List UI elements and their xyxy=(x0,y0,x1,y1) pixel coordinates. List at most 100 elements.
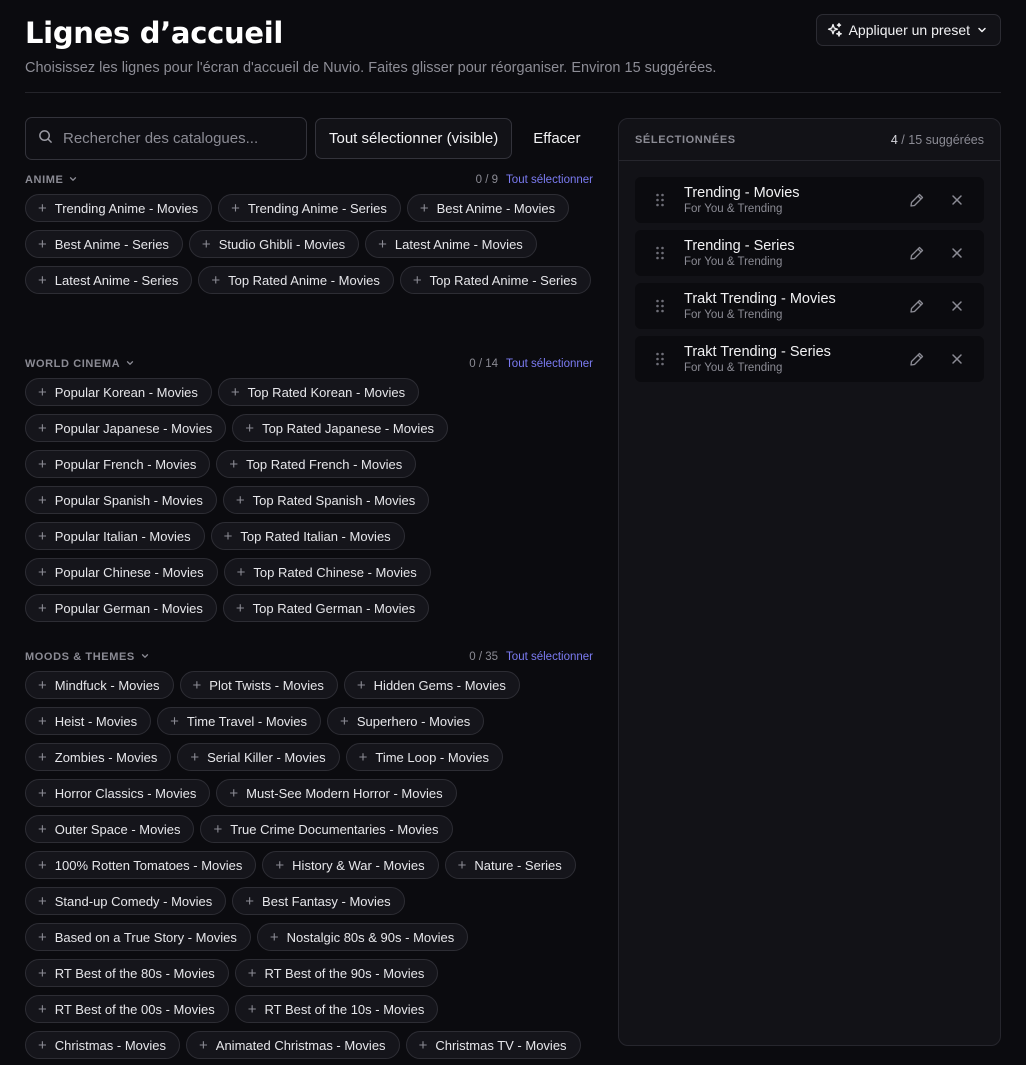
catalog-chip[interactable]: + RT Best of the 00s - Movies xyxy=(25,995,229,1023)
group-select-all-link[interactable]: Tout sélectionner xyxy=(506,174,593,186)
group-meta: 0 / 35 Tout sélectionner xyxy=(469,651,593,663)
catalog-chip[interactable]: + Popular Korean - Movies xyxy=(25,378,212,406)
selected-suggested: / 15 suggérées xyxy=(901,132,984,147)
catalog-chip[interactable]: + Top Rated Spanish - Movies xyxy=(222,486,430,514)
plus-icon: + xyxy=(190,748,200,766)
catalog-chip[interactable]: + Horror Classics - Movies xyxy=(25,779,211,807)
drag-handle-icon[interactable] xyxy=(635,352,684,366)
selected-row-source: For You & Trending xyxy=(684,203,783,215)
search-box[interactable] xyxy=(25,117,307,160)
catalog-chip[interactable]: + Popular Chinese - Movies xyxy=(25,558,218,586)
catalog-chip[interactable]: + Top Rated German - Movies xyxy=(222,594,430,622)
chip-label: Popular Japanese - Movies xyxy=(54,420,213,436)
catalog-chip[interactable]: + Christmas - Movies xyxy=(25,1031,181,1059)
page-subtitle: Choisissez les lignes pour l'écran d'acc… xyxy=(25,60,717,76)
catalog-chip[interactable]: + Best Anime - Movies xyxy=(406,194,570,222)
selected-row[interactable]: Trakt Trending - Movies For You & Trendin… xyxy=(635,283,984,329)
selected-row[interactable]: Trending - Series For You & Trending xyxy=(635,230,984,276)
pencil-icon[interactable] xyxy=(897,184,937,216)
catalog-chip[interactable]: + True Crime Documentaries - Movies xyxy=(200,815,453,843)
catalog-chip[interactable]: + Plot Twists - Movies xyxy=(179,671,338,699)
catalog-chip[interactable]: + Hidden Gems - Movies xyxy=(343,671,520,699)
catalog-chip[interactable]: + Top Rated Korean - Movies xyxy=(217,378,420,406)
selected-panel: SÉLECTIONNÉES 4 / 15 suggérées Trending … xyxy=(618,118,1001,1046)
group-toggle[interactable]: ANIME xyxy=(25,174,78,187)
catalog-chip[interactable]: + Top Rated Italian - Movies xyxy=(210,522,405,550)
drag-handle-icon[interactable] xyxy=(635,246,684,260)
catalog-chip[interactable]: + Trending Anime - Movies xyxy=(25,194,213,222)
catalog-chip[interactable]: + Time Travel - Movies xyxy=(157,707,322,735)
catalog-chip[interactable]: + RT Best of the 90s - Movies xyxy=(234,959,439,987)
catalog-chip[interactable]: + Superhero - Movies xyxy=(327,707,485,735)
plus-icon: + xyxy=(201,235,211,253)
group-title: ANIME xyxy=(25,174,64,186)
selected-row[interactable]: Trending - Movies For You & Trending xyxy=(635,177,984,223)
close-icon[interactable] xyxy=(937,290,977,322)
catalog-chip[interactable]: + Stand-up Comedy - Movies xyxy=(25,887,227,915)
catalog-chip[interactable]: + Nostalgic 80s & 90s - Movies xyxy=(256,923,469,951)
drag-handle-icon[interactable] xyxy=(635,299,684,313)
catalog-chip[interactable]: + RT Best of the 80s - Movies xyxy=(25,959,229,987)
chip-label: Top Rated German - Movies xyxy=(252,600,416,616)
catalog-chip[interactable]: +100% Rotten Tomatoes - Movies xyxy=(25,851,257,879)
apply-preset-button[interactable]: Appliquer un preset xyxy=(815,14,1001,46)
catalog-chip[interactable]: + Studio Ghibli - Movies xyxy=(188,230,360,258)
chip-label: Superhero - Movies xyxy=(356,713,471,729)
catalog-chip[interactable]: + Latest Anime - Movies xyxy=(365,230,537,258)
clear-button[interactable]: Effacer xyxy=(520,118,593,159)
catalog-chip[interactable]: + Top Rated Japanese - Movies xyxy=(232,414,449,442)
catalog-chip[interactable]: + Popular Spanish - Movies xyxy=(25,486,217,514)
group-select-all-link[interactable]: Tout sélectionner xyxy=(506,358,593,370)
close-icon[interactable] xyxy=(937,343,977,375)
catalog-chip[interactable]: + Time Loop - Movies xyxy=(345,743,504,771)
catalog-chip[interactable]: + Top Rated Anime - Series xyxy=(399,266,591,294)
catalog-chip[interactable]: + Best Anime - Series xyxy=(25,230,183,258)
catalog-chip[interactable]: + Popular French - Movies xyxy=(25,450,211,478)
chip-label: RT Best of the 10s - Movies xyxy=(264,1001,425,1017)
catalog-chip[interactable]: + Best Fantasy - Movies xyxy=(232,887,405,915)
catalog-chip[interactable]: + Animated Christmas - Movies xyxy=(186,1031,400,1059)
close-icon[interactable] xyxy=(937,184,977,216)
group-header: MOODS & THEMES 0 / 35 Tout sélectionner xyxy=(25,649,593,665)
chip-label: Time Travel - Movies xyxy=(186,713,308,729)
catalog-chip[interactable]: + Outer Space - Movies xyxy=(25,815,195,843)
catalog-chip[interactable]: + Serial Killer - Movies xyxy=(177,743,340,771)
group-toggle[interactable]: MOODS & THEMES xyxy=(25,651,150,664)
catalog-chip[interactable]: + Based on a True Story - Movies xyxy=(25,923,251,951)
group-count: 0 / 14 xyxy=(469,358,499,370)
catalog-chip[interactable]: + Must-See Modern Horror - Movies xyxy=(216,779,457,807)
catalog-chip[interactable]: + Nature - Series xyxy=(444,851,576,879)
group-meta: 0 / 14 Tout sélectionner xyxy=(469,358,593,370)
select-all-visible-button[interactable]: Tout sélectionner (visible) xyxy=(315,118,513,159)
drag-handle-icon[interactable] xyxy=(635,193,684,207)
catalog-chip[interactable]: + Christmas TV - Movies xyxy=(405,1031,581,1059)
catalog-chip[interactable]: + Top Rated Chinese - Movies xyxy=(223,558,431,586)
catalog-chip[interactable]: + History & War - Movies xyxy=(262,851,439,879)
catalog-chip[interactable]: + RT Best of the 10s - Movies xyxy=(234,995,439,1023)
catalog-chip[interactable]: + Mindfuck - Movies xyxy=(25,671,174,699)
search-input[interactable] xyxy=(63,130,294,147)
catalog-chip[interactable]: + Popular German - Movies xyxy=(25,594,217,622)
pencil-icon[interactable] xyxy=(897,343,937,375)
chip-label: Latest Anime - Series xyxy=(54,272,179,288)
chip-label: Top Rated Anime - Movies xyxy=(228,272,380,288)
catalog-chip[interactable]: + Popular Japanese - Movies xyxy=(25,414,227,442)
catalog-chip[interactable]: + Top Rated French - Movies xyxy=(216,450,417,478)
selected-row-name: Trakt Trending - Movies xyxy=(684,291,836,307)
chip-label: Top Rated Italian - Movies xyxy=(240,528,391,544)
plus-icon: + xyxy=(38,856,47,874)
plus-icon: + xyxy=(457,856,467,874)
selected-row[interactable]: Trakt Trending - Series For You & Trendin… xyxy=(635,336,984,382)
catalog-chip[interactable]: + Zombies - Movies xyxy=(25,743,172,771)
group-toggle[interactable]: WORLD CINEMA xyxy=(25,358,135,371)
catalog-chip[interactable]: + Heist - Movies xyxy=(25,707,152,735)
group-select-all-link[interactable]: Tout sélectionner xyxy=(506,651,593,663)
catalog-chip[interactable]: + Latest Anime - Series xyxy=(25,266,193,294)
catalog-chip[interactable]: + Top Rated Anime - Movies xyxy=(198,266,394,294)
plus-icon: + xyxy=(247,964,257,982)
pencil-icon[interactable] xyxy=(897,237,937,269)
close-icon[interactable] xyxy=(937,237,977,269)
catalog-chip[interactable]: + Popular Italian - Movies xyxy=(25,522,205,550)
pencil-icon[interactable] xyxy=(897,290,937,322)
catalog-chip[interactable]: + Trending Anime - Series xyxy=(218,194,401,222)
